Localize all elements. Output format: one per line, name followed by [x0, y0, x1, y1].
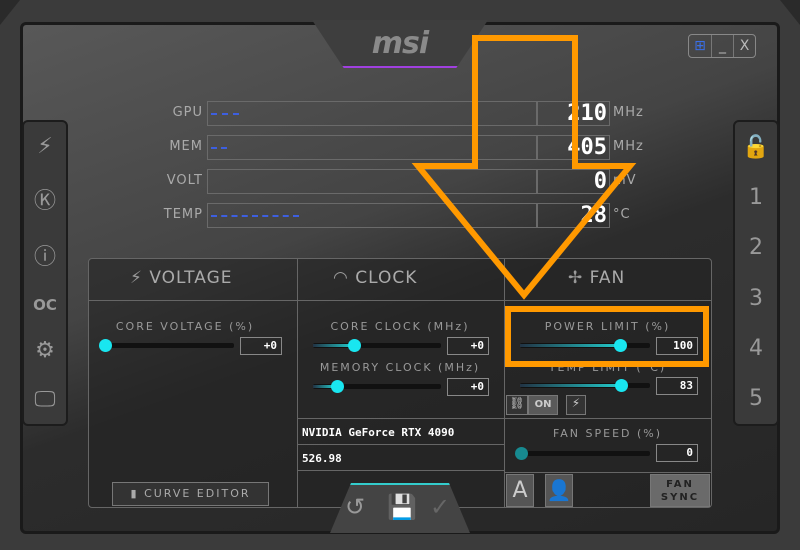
- down-arrow-annotation: [411, 35, 637, 300]
- annotation-overlay: [411, 35, 709, 367]
- power-limit-highlight: [505, 306, 709, 367]
